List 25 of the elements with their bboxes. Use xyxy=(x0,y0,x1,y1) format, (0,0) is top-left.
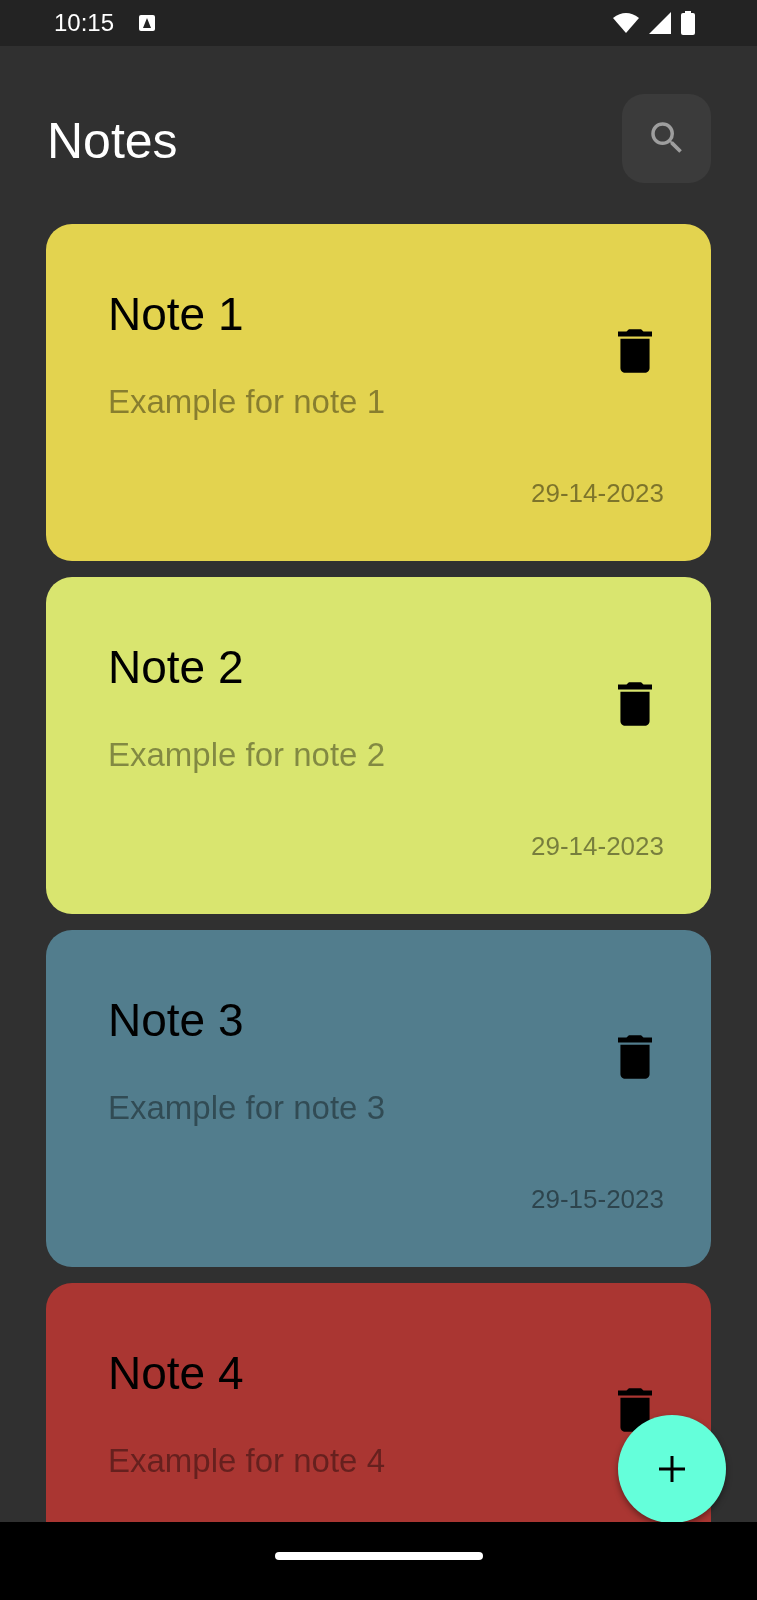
plus-icon xyxy=(657,1454,687,1484)
note-title: Note 4 xyxy=(108,1347,245,1399)
trash-icon[interactable] xyxy=(618,329,652,373)
note-date: 29-14-2023 xyxy=(531,478,664,509)
note-text: Example for note 2 xyxy=(108,735,385,775)
battery-icon xyxy=(681,11,695,35)
note-text: Example for note 3 xyxy=(108,1088,385,1128)
note-text: Example for note 1 xyxy=(108,382,385,422)
trash-icon[interactable] xyxy=(618,1388,652,1432)
note-date: 29-14-2023 xyxy=(531,831,664,862)
app-title: Notes xyxy=(47,112,178,170)
note-title: Note 3 xyxy=(108,994,245,1046)
note-text: Example for note 4 xyxy=(108,1441,385,1481)
note-card[interactable]: Note 3 Example for note 3 29-15-2023 xyxy=(46,930,711,1267)
note-card[interactable]: Note 1 Example for note 1 29-14-2023 xyxy=(46,224,711,561)
wifi-icon xyxy=(613,13,639,33)
search-button[interactable] xyxy=(622,93,711,183)
status-time: 10:15 xyxy=(54,9,115,37)
note-card[interactable]: Note 2 Example for note 2 29-14-2023 xyxy=(46,577,711,914)
note-title: Note 2 xyxy=(108,641,245,693)
signal-icon xyxy=(649,12,671,34)
note-date: 29-15-2023 xyxy=(531,1184,664,1215)
note-title: Note 1 xyxy=(108,288,245,340)
notification-icon xyxy=(138,14,157,32)
trash-icon[interactable] xyxy=(618,682,652,726)
